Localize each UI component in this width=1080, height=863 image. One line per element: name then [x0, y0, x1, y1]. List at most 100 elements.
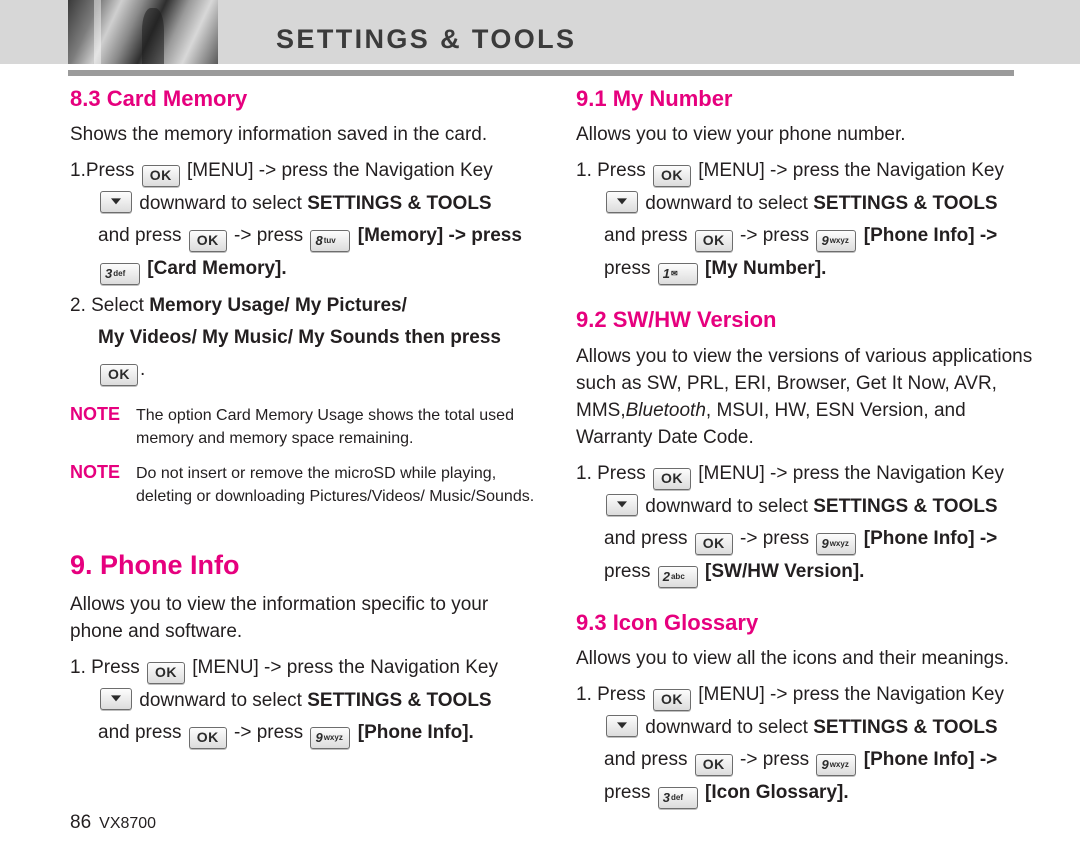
- sw-hw-intro-italic: Bluetooth: [625, 399, 706, 421]
- my-number-step-1-line2: downward to select SETTINGS & TOOLS: [576, 189, 1046, 219]
- sw-hw-intro: Allows you to view the versions of vario…: [576, 343, 1046, 451]
- step-text: [MENU] -> press the Navigation Key: [192, 657, 498, 679]
- step-text: 1. Press: [70, 657, 140, 679]
- icon-glossary-step-1-line2: downward to select SETTINGS & TOOLS: [576, 713, 1046, 743]
- step-text: -> press: [740, 527, 810, 549]
- key-3-icon: 3def: [657, 786, 698, 809]
- nav-down-icon: [100, 688, 132, 711]
- step-text: downward to select: [645, 193, 808, 215]
- step-text: 2. Select: [70, 295, 144, 317]
- card-memory-step-1-line3: and press OK -> press 8tuv [Memory] -> p…: [70, 221, 540, 253]
- step-text: 1. Press: [576, 160, 646, 182]
- icon-glossary-step-1-line3: and press OK -> press 9wxyz [Phone Info]…: [576, 745, 1046, 776]
- sw-hw-step-1-line2: downward to select SETTINGS & TOOLS: [576, 492, 1046, 522]
- step-text-bold: [Phone Info].: [357, 722, 474, 744]
- step-text: [MENU] -> press the Navigation Key: [698, 683, 1004, 705]
- ok-key-icon: OK: [188, 727, 227, 750]
- step-text: 1.Press: [70, 160, 135, 182]
- key-9-icon: 9wxyz: [816, 753, 857, 776]
- ok-key-icon: OK: [694, 230, 733, 253]
- my-number-step-1: 1. Press OK [MENU] -> press the Navigati…: [576, 156, 1046, 188]
- note-block-1: NOTE The option Card Memory Usage shows …: [70, 404, 540, 450]
- step-text-bold: SETTINGS & TOOLS: [307, 193, 492, 215]
- step-text: downward to select: [645, 495, 808, 517]
- step-text: and press: [604, 225, 688, 247]
- step-text-bold: SETTINGS & TOOLS: [813, 716, 998, 738]
- section-heading-sw-hw-version: 9.2 SW/HW Version: [576, 307, 777, 333]
- my-number-step-1-line3: and press OK -> press 9wxyz [Phone Info]…: [576, 221, 1046, 253]
- step-text-bold: [Memory] -> press: [357, 225, 522, 247]
- card-memory-step-2: 2. Select Memory Usage/ My Pictures/: [70, 291, 540, 321]
- phone-info-step-1-line2: downward to select SETTINGS & TOOLS: [70, 686, 540, 716]
- page-header: SETTINGS & TOOLS: [0, 0, 1080, 64]
- left-column: 8.3 Card Memory Shows the memory informa…: [70, 86, 540, 751]
- step-text: press: [604, 781, 651, 803]
- header-photo: [68, 0, 218, 64]
- step-text-bold: [Icon Glossary].: [705, 781, 849, 803]
- ok-key-icon: OK: [652, 467, 691, 490]
- page-title: SETTINGS & TOOLS: [276, 24, 577, 54]
- card-memory-intro: Shows the memory information saved in th…: [70, 124, 488, 146]
- key-3-icon: 3def: [100, 263, 140, 286]
- my-number-step-1-line4: press 1✉ [My Number].: [576, 254, 1046, 286]
- step-text-bold: [Phone Info] ->: [863, 225, 998, 247]
- step-text-bold: SETTINGS & TOOLS: [813, 193, 998, 215]
- phone-info-intro: Allows you to view the information speci…: [70, 594, 489, 643]
- card-memory-step-1: 1.Press OK [MENU] -> press the Navigatio…: [70, 156, 540, 188]
- step-text: press: [604, 258, 651, 280]
- step-text-bold: My Videos/ My Music/ My Sounds: [98, 327, 400, 349]
- nav-down-icon: [606, 493, 638, 516]
- key-9-icon: 9wxyz: [816, 532, 857, 555]
- key-9-icon: 9wxyz: [816, 230, 857, 253]
- ok-key-icon: OK: [188, 230, 227, 253]
- step-text: 1. Press: [576, 683, 646, 705]
- step-text: [MENU] -> press the Navigation Key: [186, 160, 493, 182]
- key-1-icon: 1✉: [657, 263, 698, 286]
- ok-key-icon: OK: [694, 753, 733, 776]
- key-9-icon: 9wxyz: [310, 727, 351, 750]
- step-text-bold: [My Number].: [705, 258, 827, 280]
- step-text: press: [604, 560, 651, 582]
- section-heading-card-memory: 8.3 Card Memory: [70, 86, 248, 111]
- ok-key-icon: OK: [652, 688, 691, 711]
- step-text: .: [140, 359, 146, 381]
- section-heading-my-number: 9.1 My Number: [576, 86, 733, 111]
- step-text-bold: [Card Memory].: [147, 258, 287, 280]
- icon-glossary-intro: Allows you to view all the icons and the…: [576, 647, 1010, 669]
- key-2-icon: 2abc: [657, 565, 698, 588]
- note-text: Do not insert or remove the microSD whil…: [136, 465, 535, 506]
- page-number: 86: [70, 812, 92, 833]
- step-text: [MENU] -> press the Navigation Key: [698, 160, 1004, 182]
- step-text-bold: then press: [404, 327, 501, 349]
- sw-hw-step-1: 1. Press OK [MENU] -> press the Navigati…: [576, 459, 1046, 490]
- icon-glossary-step-1-line4: press 3def [Icon Glossary].: [576, 778, 1046, 809]
- card-memory-step-1-line2: downward to select SETTINGS & TOOLS: [70, 189, 540, 219]
- page-footer: 86 VX8700: [70, 812, 156, 834]
- note-block-2: NOTE Do not insert or remove the microSD…: [70, 462, 540, 508]
- ok-key-icon: OK: [146, 662, 185, 685]
- step-text: downward to select: [139, 690, 302, 712]
- step-text: and press: [98, 225, 182, 247]
- step-text: -> press: [740, 748, 810, 770]
- sw-hw-step-1-line3: and press OK -> press 9wxyz [Phone Info]…: [576, 524, 1046, 555]
- step-text: and press: [98, 722, 182, 744]
- step-text-bold: [SW/HW Version].: [705, 560, 865, 582]
- step-text: -> press: [234, 722, 304, 744]
- card-memory-step-2-line2: My Videos/ My Music/ My Sounds then pres…: [70, 323, 540, 353]
- note-label: NOTE: [70, 462, 121, 483]
- sw-hw-step-1-line4: press 2abc [SW/HW Version].: [576, 557, 1046, 588]
- phone-info-step-1-line3: and press OK -> press 9wxyz [Phone Info]…: [70, 718, 540, 750]
- ok-key-icon: OK: [141, 165, 180, 188]
- key-8-icon: 8tuv: [310, 230, 351, 253]
- step-text: [MENU] -> press the Navigation Key: [698, 462, 1004, 484]
- step-text-bold: Memory Usage/ My Pictures/: [149, 295, 407, 317]
- step-text: and press: [604, 527, 688, 549]
- section-heading-icon-glossary: 9.3 Icon Glossary: [576, 609, 759, 635]
- my-number-intro: Allows you to view your phone number.: [576, 124, 906, 146]
- section-heading-phone-info: 9. Phone Info: [70, 550, 240, 581]
- step-text: and press: [604, 748, 688, 770]
- nav-down-icon: [100, 191, 132, 214]
- nav-down-icon: [606, 191, 638, 214]
- step-text-bold: SETTINGS & TOOLS: [813, 495, 998, 517]
- step-text: downward to select: [139, 193, 302, 215]
